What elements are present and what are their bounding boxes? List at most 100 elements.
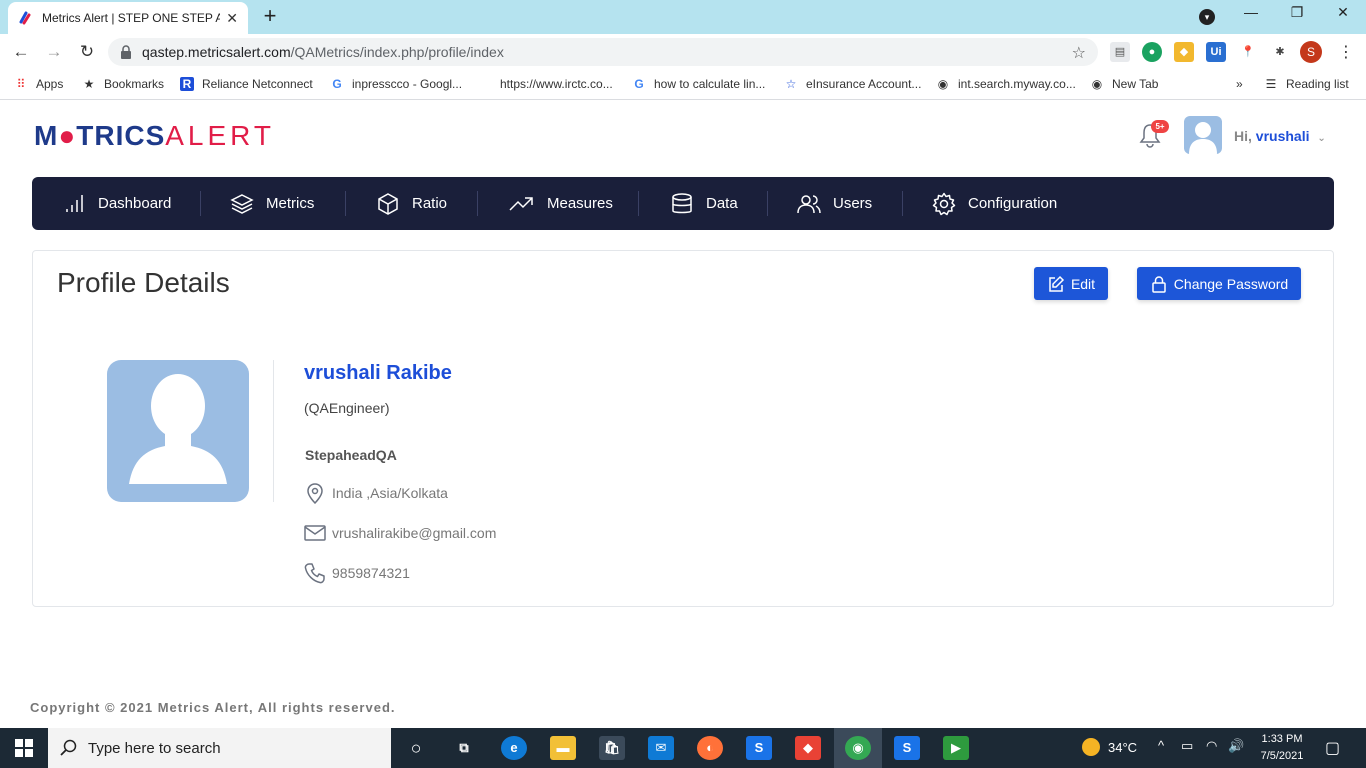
nav-label: Configuration bbox=[968, 195, 1058, 212]
phone-text: 9859874321 bbox=[332, 565, 410, 581]
cortana-icon[interactable]: ○ bbox=[403, 736, 429, 760]
media-player-icon[interactable]: ▶ bbox=[943, 736, 969, 760]
system-clock[interactable]: 1:33 PM 7/5/2021 bbox=[1252, 731, 1312, 765]
users-icon bbox=[797, 194, 821, 213]
layers-icon bbox=[230, 193, 254, 214]
task-view-icon[interactable]: ⧉ bbox=[451, 736, 477, 760]
address-bar[interactable]: qastep.metricsalert.com/QAMetrics/index.… bbox=[108, 38, 1098, 66]
reload-icon[interactable]: ↻ bbox=[76, 42, 98, 62]
edit-button[interactable]: Edit bbox=[1034, 267, 1108, 300]
nav-divider bbox=[345, 191, 346, 216]
forward-icon[interactable]: → bbox=[43, 42, 65, 62]
bookmarks-overflow[interactable]: » bbox=[1236, 77, 1243, 91]
bookmark-apps[interactable]: ⠿ Apps bbox=[14, 77, 64, 91]
back-icon[interactable]: ← bbox=[10, 42, 32, 62]
notification-badge: 5+ bbox=[1151, 120, 1169, 133]
nav-configuration[interactable]: Configuration bbox=[932, 177, 1057, 230]
nav-users[interactable]: Users bbox=[797, 177, 872, 230]
ui-extension-icon[interactable]: Ui bbox=[1206, 42, 1226, 62]
profile-company: StepaheadQA bbox=[305, 447, 397, 463]
user-menu[interactable]: Hi, vrushali ⌄ bbox=[1234, 128, 1326, 144]
firefox-icon[interactable]: ◐ bbox=[697, 736, 723, 760]
bookmark-inpresscco[interactable]: Ginpresscco - Googl... bbox=[330, 77, 462, 91]
profile-email: vrushalirakibe@gmail.com bbox=[304, 522, 496, 544]
hangouts-extension-icon[interactable]: ● bbox=[1142, 42, 1162, 62]
chrome-profile-avatar[interactable]: S bbox=[1300, 41, 1322, 63]
browser-tab-bar: Metrics Alert | STEP ONE STEP AH ✕ + ▾ —… bbox=[0, 0, 1366, 34]
username: vrushali bbox=[1255, 128, 1310, 144]
nav-divider bbox=[477, 191, 478, 216]
nav-ratio[interactable]: Ratio bbox=[376, 177, 447, 230]
main-nav: Dashboard Metrics Ratio Measures Data Us… bbox=[32, 177, 1334, 230]
taskbar-search[interactable]: Type here to search bbox=[48, 728, 391, 768]
shield-extension-icon[interactable]: ◆ bbox=[1174, 42, 1194, 62]
nav-divider bbox=[767, 191, 768, 216]
weather-widget[interactable]: 34°C bbox=[1082, 738, 1137, 756]
user-silhouette-icon bbox=[1189, 122, 1217, 154]
bookmark-reliance[interactable]: R Reliance Netconnect bbox=[180, 77, 313, 91]
bookmark-bookmarks[interactable]: ★ Bookmarks bbox=[82, 77, 164, 91]
mail-app-icon[interactable]: ✉ bbox=[648, 736, 674, 760]
profile-phone: 9859874321 bbox=[304, 562, 410, 584]
close-window-icon[interactable]: ✕ bbox=[1331, 4, 1355, 21]
notifications-icon[interactable]: ▢ bbox=[1325, 738, 1340, 758]
chevron-up-icon[interactable]: ^ bbox=[1158, 738, 1164, 753]
volume-icon[interactable]: 🔊 bbox=[1228, 738, 1244, 754]
page-title: Profile Details bbox=[57, 267, 230, 298]
windows-start-button[interactable] bbox=[0, 728, 48, 768]
location-pin-extension-icon[interactable]: 📍 bbox=[1238, 42, 1258, 62]
bookmark-myway[interactable]: ◉ int.search.myway.co... bbox=[936, 77, 1076, 91]
browser-menu-icon[interactable]: ⋮ bbox=[1338, 42, 1354, 62]
nav-dashboard[interactable]: Dashboard bbox=[62, 177, 171, 230]
clock-time: 1:33 PM bbox=[1261, 733, 1303, 745]
app-s-icon[interactable]: S bbox=[746, 736, 772, 760]
nav-label: Dashboard bbox=[98, 195, 172, 212]
extensions-puzzle-icon[interactable]: ✱ bbox=[1270, 42, 1290, 62]
trending-up-icon bbox=[509, 196, 533, 211]
user-avatar[interactable] bbox=[1184, 116, 1222, 154]
edit-label: Edit bbox=[1070, 275, 1096, 292]
gear-icon bbox=[932, 192, 956, 215]
close-tab-icon[interactable]: ✕ bbox=[226, 10, 238, 27]
nav-label: Measures bbox=[547, 195, 613, 212]
app-s2-icon[interactable]: S bbox=[894, 736, 920, 760]
nav-metrics[interactable]: Metrics bbox=[230, 177, 314, 230]
restore-icon[interactable]: ❐ bbox=[1285, 4, 1309, 21]
change-password-button[interactable]: Change Password bbox=[1137, 267, 1301, 300]
bookmark-calculate[interactable]: Ghow to calculate lin... bbox=[632, 77, 765, 91]
browser-tab[interactable]: Metrics Alert | STEP ONE STEP AH ✕ bbox=[8, 2, 248, 34]
bookmark-newtab[interactable]: ◉ New Tab bbox=[1090, 77, 1159, 91]
profile-divider bbox=[273, 360, 274, 502]
bookmark-star-icon[interactable]: ☆ bbox=[1072, 43, 1086, 63]
battery-icon[interactable]: ▭ bbox=[1181, 738, 1193, 754]
wifi-icon[interactable]: ◠ bbox=[1206, 738, 1217, 754]
bookmark-label: eInsurance Account... bbox=[806, 77, 922, 91]
nav-label: Ratio bbox=[412, 195, 448, 212]
reading-list[interactable]: ☰ Reading list bbox=[1264, 77, 1349, 91]
reading-list-label: Reading list bbox=[1286, 77, 1349, 91]
nav-divider bbox=[902, 191, 903, 216]
url-path: /QAMetrics/index.php/profile/index bbox=[290, 44, 504, 60]
nav-measures[interactable]: Measures bbox=[507, 177, 613, 230]
einsurance-icon: ☆ bbox=[785, 77, 797, 91]
store-icon[interactable]: 🛍 bbox=[599, 736, 625, 760]
new-tab-icon[interactable]: + bbox=[258, 5, 282, 27]
nav-data[interactable]: Data bbox=[670, 177, 738, 230]
bookmark-einsurance[interactable]: ☆ eInsurance Account... bbox=[784, 77, 922, 91]
reading-list-icon: ☰ bbox=[1265, 77, 1277, 91]
bookmark-label: inpresscco - Googl... bbox=[352, 77, 463, 91]
database-icon bbox=[672, 192, 692, 213]
chrome-icon[interactable]: ◉ bbox=[845, 736, 871, 760]
edge-icon[interactable]: e bbox=[501, 736, 527, 760]
lock-icon bbox=[121, 45, 131, 59]
google-icon: G bbox=[332, 77, 342, 91]
bookmark-label: how to calculate lin... bbox=[654, 77, 766, 91]
anydesk-icon[interactable]: ◆ bbox=[795, 736, 821, 760]
nav-divider bbox=[638, 191, 639, 216]
minimize-icon[interactable]: — bbox=[1239, 4, 1263, 20]
reader-mode-icon[interactable]: ▤ bbox=[1110, 42, 1130, 62]
metrics-alert-logo[interactable]: M●TRICSALERT bbox=[34, 120, 275, 152]
bookmark-irctc[interactable]: https://www.irctc.co... bbox=[478, 77, 613, 91]
file-explorer-icon[interactable]: ▬ bbox=[550, 736, 576, 760]
tab-search-icon[interactable]: ▾ bbox=[1199, 9, 1215, 25]
